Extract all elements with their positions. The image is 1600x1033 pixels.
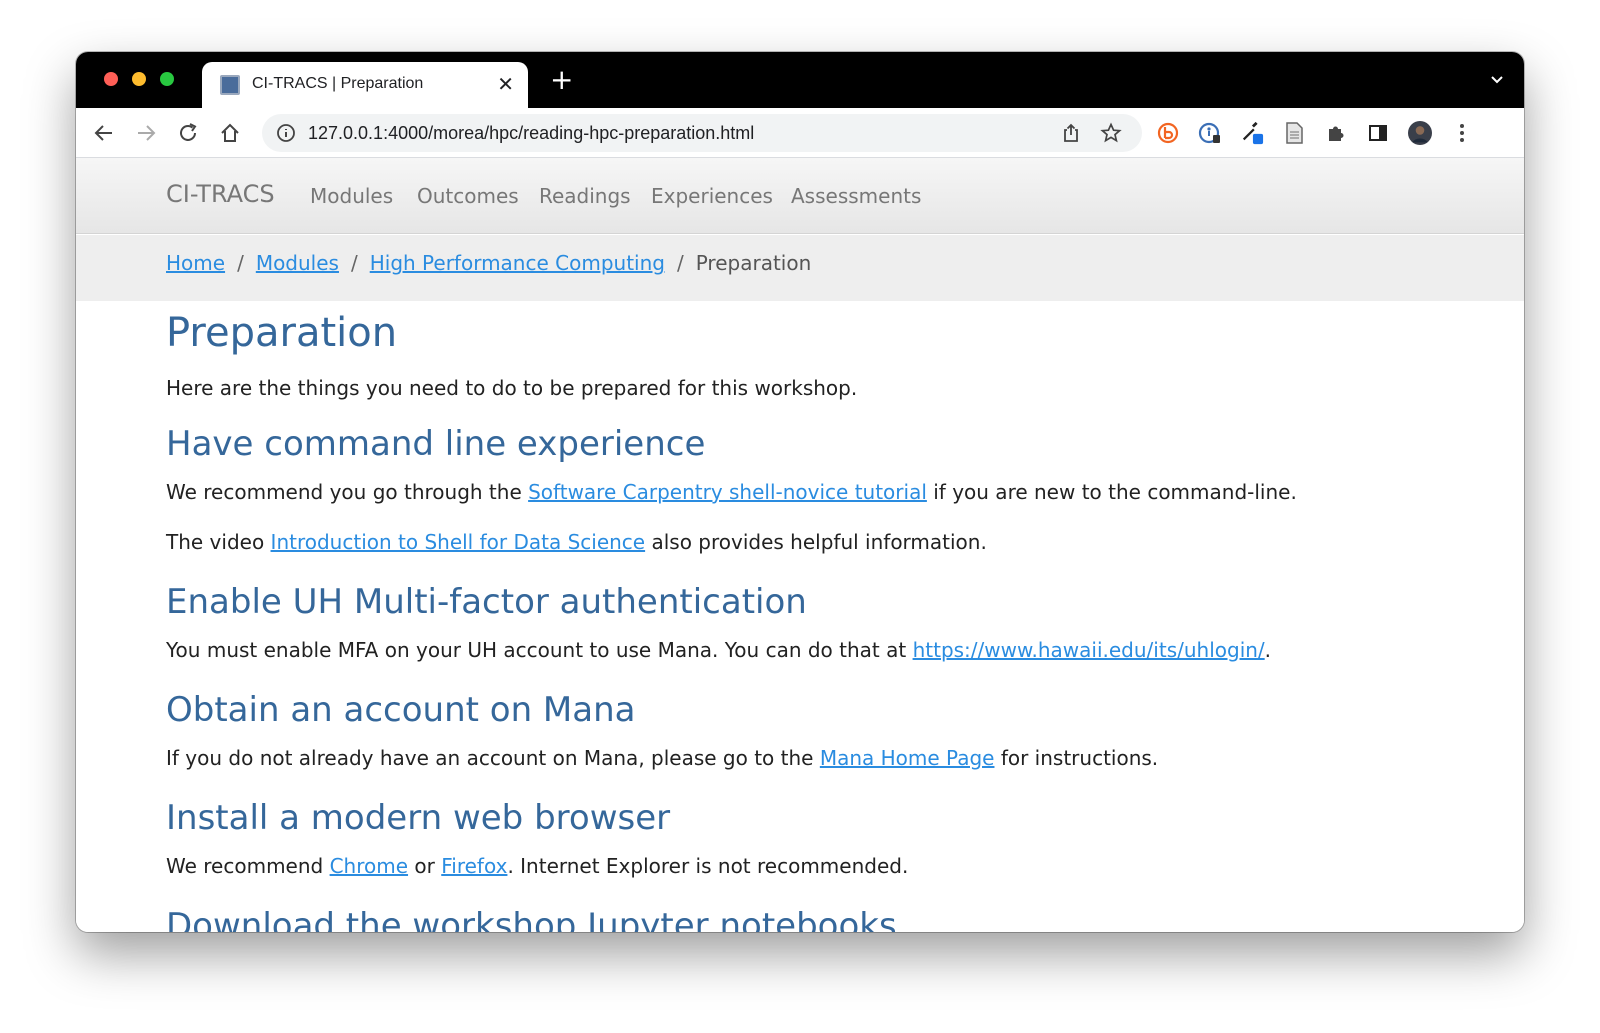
text-span: We recommend <box>166 854 330 878</box>
close-window-button[interactable] <box>104 72 118 86</box>
site-brand[interactable]: CI-TRACS <box>166 180 275 208</box>
text-span: . Internet Explorer is not recommended. <box>507 854 909 878</box>
url-text[interactable]: 127.0.0.1:4000/morea/hpc/reading-hpc-pre… <box>308 123 754 144</box>
firefox-link[interactable]: Firefox <box>441 854 507 878</box>
breadcrumb-bar: Home / Modules / High Performance Computing /… <box>76 235 1524 301</box>
breadcrumb-current: Preparation <box>695 251 812 275</box>
profile-avatar[interactable] <box>1408 121 1432 145</box>
section-heading-mfa: Enable UH Multi-factor authentication <box>166 582 807 622</box>
command-line-paragraph-1: We recommend you go through the Software… <box>166 478 1416 506</box>
site-info-icon[interactable] <box>276 123 296 143</box>
chrome-link[interactable]: Chrome <box>330 854 408 878</box>
main-content: Preparation Here are the things you need… <box>166 306 1416 932</box>
uhlogin-link[interactable]: https://www.hawaii.edu/its/uhlogin/ <box>913 638 1265 662</box>
command-line-paragraph-2: The video Introduction to Shell for Data… <box>166 528 1416 556</box>
section-heading-mana-account: Obtain an account on Mana <box>166 690 636 730</box>
text-span: If you do not already have an account on… <box>166 746 820 770</box>
section-heading-browser: Install a modern web browser <box>166 798 671 838</box>
mana-home-page-link[interactable]: Mana Home Page <box>820 746 995 770</box>
page-title: Preparation <box>166 310 398 356</box>
home-icon[interactable] <box>218 121 242 145</box>
nav-outcomes[interactable]: Outcomes <box>417 184 519 208</box>
web-page: CI-TRACS Modules Outcomes Readings Exper… <box>76 158 1524 932</box>
tab-close-icon[interactable]: ✕ <box>497 73 514 95</box>
intro-text: Here are the things you need to do to be… <box>166 376 858 400</box>
extensions-puzzle-icon[interactable] <box>1324 121 1348 145</box>
nav-assessments[interactable]: Assessments <box>791 184 921 208</box>
document-extension-icon[interactable] <box>1282 121 1306 145</box>
breadcrumb-separator: / <box>350 251 358 275</box>
intro-shell-video-link[interactable]: Introduction to Shell for Data Science <box>271 530 646 554</box>
text-span: also provides helpful information. <box>645 530 987 554</box>
text-span: for instructions. <box>994 746 1159 770</box>
breadcrumb-modules-link[interactable]: Modules <box>256 251 339 275</box>
breadcrumb-home-link[interactable]: Home <box>166 251 225 275</box>
text-span: We recommend you go through the <box>166 480 529 504</box>
tab-title: CI-TRACS | Preparation <box>252 75 424 92</box>
section-heading-download-notebooks: Download the workshop Jupyter notebooks <box>166 906 897 932</box>
more-menu-icon[interactable] <box>1450 121 1474 145</box>
section-heading-command-line: Have command line experience <box>166 424 706 464</box>
text-span: The video <box>166 530 271 554</box>
text-span: if you are new to the command-line. <box>926 480 1297 504</box>
bookmark-star-icon[interactable] <box>1100 122 1122 144</box>
software-carpentry-link[interactable]: Software Carpentry shell-novice tutorial <box>528 480 927 504</box>
new-tab-button[interactable]: + <box>550 66 573 94</box>
browser-window: CI-TRACS | Preparation ✕ + 127.0.0.1:400… <box>76 52 1524 932</box>
nav-modules[interactable]: Modules <box>310 184 393 208</box>
tab-search-chevron-icon[interactable] <box>1490 72 1504 86</box>
breadcrumb-separator: / <box>237 251 244 275</box>
text-span: . <box>1264 638 1272 662</box>
back-arrow-icon[interactable] <box>92 121 116 145</box>
browser-toolbar: 127.0.0.1:4000/morea/hpc/reading-hpc-pre… <box>76 108 1524 158</box>
nav-readings[interactable]: Readings <box>539 184 631 208</box>
nav-experiences[interactable]: Experiences <box>651 184 773 208</box>
maximize-window-button[interactable] <box>160 72 174 86</box>
eyedropper-extension-icon[interactable] <box>1240 121 1264 145</box>
breadcrumb: Home / Modules / High Performance Computing /… <box>166 251 811 275</box>
tab-strip: CI-TRACS | Preparation ✕ + <box>76 52 1524 108</box>
reload-icon[interactable] <box>176 121 200 145</box>
extension-b-icon[interactable] <box>1156 121 1180 145</box>
text-span: or <box>408 854 442 878</box>
mfa-paragraph: You must enable MFA on your UH account t… <box>166 636 1416 664</box>
active-tab[interactable]: CI-TRACS | Preparation ✕ <box>202 62 528 108</box>
share-icon[interactable] <box>1060 122 1082 144</box>
site-navbar: CI-TRACS Modules Outcomes Readings Exper… <box>76 158 1524 234</box>
breadcrumb-hpc-link[interactable]: High Performance Computing <box>370 251 665 275</box>
minimize-window-button[interactable] <box>132 72 146 86</box>
text-span: You must enable MFA on your UH account t… <box>166 638 913 662</box>
extension-accessibility-icon[interactable] <box>1198 121 1222 145</box>
mana-account-paragraph: If you do not already have an account on… <box>166 744 1416 772</box>
address-bar[interactable]: 127.0.0.1:4000/morea/hpc/reading-hpc-pre… <box>262 114 1142 152</box>
side-panel-icon[interactable] <box>1366 121 1390 145</box>
forward-arrow-icon[interactable] <box>134 121 158 145</box>
favicon-icon <box>220 75 240 95</box>
breadcrumb-separator: / <box>676 251 684 275</box>
browser-paragraph: We recommend Chrome or Firefox. Internet… <box>166 852 1416 880</box>
